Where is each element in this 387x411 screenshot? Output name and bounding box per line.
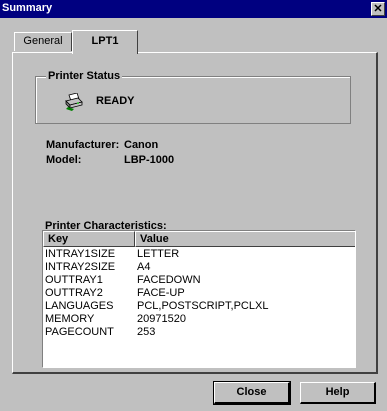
- list-item-value: LETTER: [137, 248, 180, 260]
- printer-status-value: READY: [96, 95, 135, 107]
- title-bar[interactable]: Summary ✕: [0, 0, 387, 18]
- list-item-key: PAGECOUNT: [45, 326, 114, 338]
- manufacturer-label: Manufacturer:: [46, 139, 120, 151]
- list-header: Key Value: [43, 231, 355, 247]
- list-item-value: A4: [137, 261, 151, 273]
- model-label: Model:: [46, 154, 82, 166]
- list-item-value: 20971520: [137, 313, 186, 325]
- list-item-key: INTRAY1SIZE: [45, 248, 116, 260]
- list-rows: INTRAY1SIZE LETTER INTRAY2SIZE A4 OUTTRA…: [43, 248, 355, 339]
- list-item-key: OUTTRAY1: [45, 274, 103, 286]
- printer-icon: [65, 93, 83, 111]
- help-button[interactable]: Help: [300, 382, 376, 404]
- list-item[interactable]: MEMORY 20971520: [43, 313, 355, 326]
- window-title: Summary: [2, 2, 53, 14]
- list-item-value: FACEDOWN: [137, 274, 201, 286]
- tab-lpt1[interactable]: LPT1: [72, 30, 138, 54]
- tab-general[interactable]: General: [14, 32, 72, 51]
- list-item-value: FACE-UP: [137, 287, 185, 299]
- characteristics-list[interactable]: Key Value INTRAY1SIZE LETTER INTRAY2SIZE…: [42, 230, 356, 368]
- close-icon[interactable]: ✕: [371, 2, 385, 16]
- list-item-value: 253: [137, 326, 156, 338]
- column-header-key[interactable]: Key: [43, 231, 135, 247]
- list-item[interactable]: INTRAY1SIZE LETTER: [43, 248, 355, 261]
- list-item-key: LANGUAGES: [45, 300, 114, 312]
- model-value: LBP-1000: [124, 154, 175, 166]
- list-item[interactable]: LANGUAGES PCL,POSTSCRIPT,PCLXL: [43, 300, 355, 313]
- list-item[interactable]: PAGECOUNT 253: [43, 326, 355, 339]
- column-header-value[interactable]: Value: [135, 231, 355, 247]
- manufacturer-value: Canon: [124, 139, 159, 151]
- printer-status-group: Printer Status READY: [35, 70, 351, 124]
- close-button[interactable]: Close: [213, 381, 291, 405]
- list-item-key: MEMORY: [45, 313, 95, 325]
- list-item[interactable]: OUTTRAY2 FACE-UP: [43, 287, 355, 300]
- list-item-key: OUTTRAY2: [45, 287, 103, 299]
- list-item[interactable]: INTRAY2SIZE A4: [43, 261, 355, 274]
- list-item[interactable]: OUTTRAY1 FACEDOWN: [43, 274, 355, 287]
- printer-status-legend: Printer Status: [46, 70, 123, 82]
- list-item-value: PCL,POSTSCRIPT,PCLXL: [137, 300, 269, 312]
- list-item-key: INTRAY2SIZE: [45, 261, 116, 273]
